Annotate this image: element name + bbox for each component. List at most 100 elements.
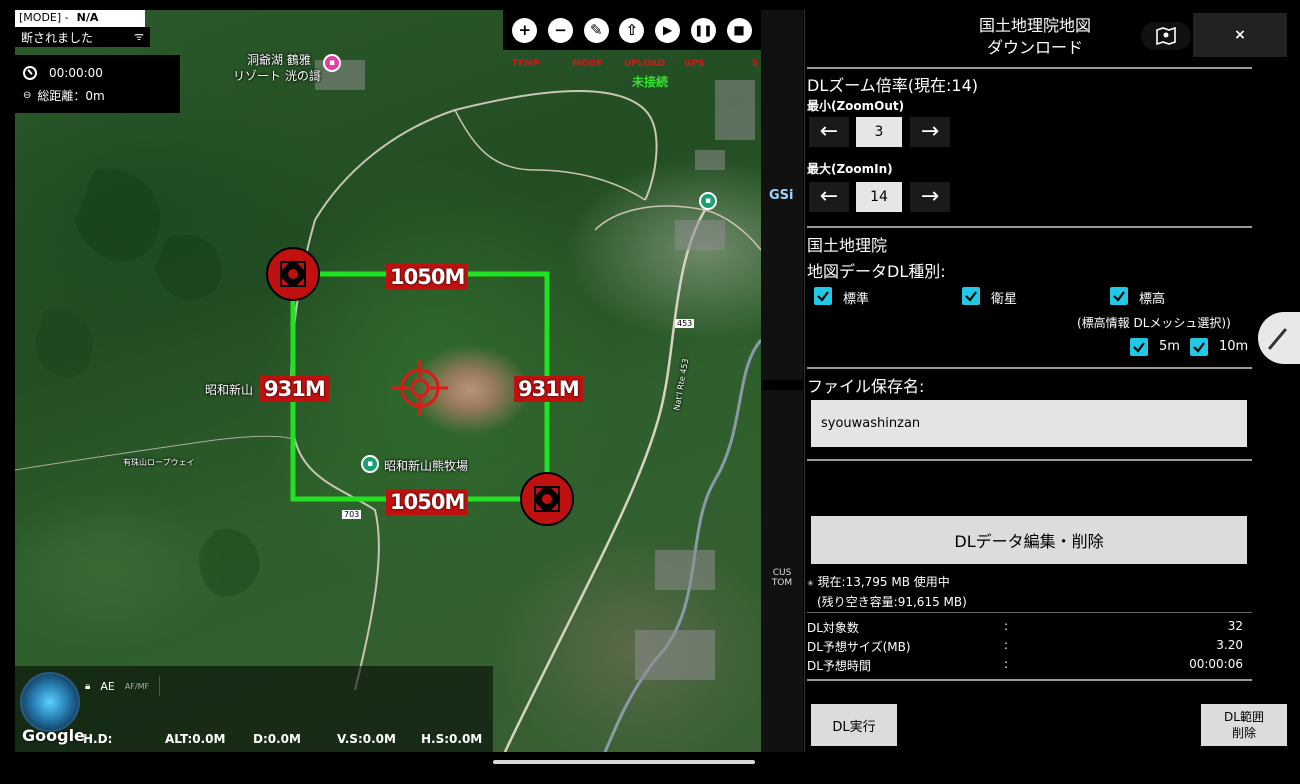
min-zoom-label: 最小(ZoomOut)	[807, 99, 905, 113]
crosshair-icon	[392, 360, 448, 416]
stat-row-count: DL対象数 : 32	[807, 619, 1243, 637]
area-corner-top-left	[266, 247, 320, 301]
flight-info: 00:00:00 ⊖ 総距離：0m	[15, 55, 180, 113]
stat-count-colon: :	[1004, 619, 1009, 633]
mesh-5m-label: 5m	[1159, 339, 1180, 354]
radar-icon[interactable]	[20, 672, 80, 732]
divider-2	[807, 226, 1252, 228]
camera-settings: 🔒︎ AE AF/MF	[85, 666, 493, 706]
file-name-input[interactable]: syouwashinzan	[811, 400, 1247, 447]
max-zoom-decrease-button[interactable]: ←	[809, 182, 849, 212]
stat-size-value: 3.20	[1216, 638, 1243, 652]
gsi-tab[interactable]: GSi	[769, 188, 794, 203]
mode-indicator: [MODE] - N/A	[15, 10, 145, 27]
max-zoom-increase-button[interactable]: →	[910, 182, 950, 212]
distance-icon: ⊖	[23, 90, 32, 101]
divider-1	[807, 67, 1252, 69]
min-zoom-decrease-button[interactable]: ←	[809, 117, 849, 147]
type-standard-checkbox[interactable]	[814, 287, 832, 305]
timer-icon	[23, 65, 37, 80]
mesh-10m-checkbox[interactable]	[1190, 338, 1208, 356]
hd-readout: H.D:	[83, 732, 113, 746]
custom-tab[interactable]: CUS TOM	[769, 568, 795, 588]
download-area[interactable]	[15, 10, 761, 752]
usage-current-text: 現在:13,795 MB 使用中	[817, 575, 950, 589]
type-elevation-label: 標高	[1139, 292, 1166, 307]
mini-readouts	[159, 676, 493, 696]
zoom-title: DLズーム倍率(現在:14)	[807, 76, 978, 95]
zoom-in-icon[interactable]: +	[512, 17, 538, 43]
close-button[interactable]: ×	[1193, 13, 1287, 57]
unconnected-status: 未接続	[632, 75, 669, 89]
tag-temp: TEMP	[512, 59, 540, 69]
mode-label: [MODE] -	[19, 11, 69, 24]
gsi-label: 国土地理院	[807, 236, 888, 255]
bullet-icon: ✳︎	[807, 579, 814, 588]
distance-bottom-label: 1050M	[386, 489, 469, 515]
custom-tab-line1: CUS	[772, 568, 792, 578]
dl-execute-button[interactable]: DL実行	[811, 704, 897, 746]
stat-time-key: DL予想時間	[807, 659, 871, 673]
bottom-hud: 🔒︎ AE AF/MF H.D: ALT:0.0M D:0.0M V.S:0.0…	[15, 666, 493, 752]
delete-range-line1: DL範囲	[1224, 710, 1264, 724]
distance-right-label: 931M	[514, 376, 583, 402]
divider-4	[807, 459, 1252, 461]
map-view[interactable]: 洞爺湖 鶴雅 リゾート 洸の謌 ▪ ▪ ▪ 昭和新山 昭和新山熊牧場 有珠山ロー…	[15, 10, 761, 752]
distance-top-label: 1050M	[386, 264, 469, 290]
min-zoom-increase-button[interactable]: →	[910, 117, 950, 147]
stat-size-colon: :	[1004, 638, 1009, 652]
status-box: [MODE] - N/A 断されました ᯤ 00:00:00 ⊖ 総距離：0m	[15, 10, 180, 113]
min-zoom-value: 3	[856, 117, 902, 147]
mesh-10m-label: 10m	[1219, 339, 1249, 354]
distance-left-label: 931M	[260, 376, 329, 402]
tag-upload: UPLOAD	[624, 59, 666, 69]
edge-pen-widget[interactable]	[1258, 312, 1300, 364]
drone-toolbar: + − ✎ ⇧ ▶ ❚❚ ■	[503, 10, 761, 50]
edit-delete-dl-data-button[interactable]: DLデータ編集・削除	[811, 516, 1247, 564]
af-label[interactable]: AF/MF	[125, 682, 149, 691]
wrench-icon[interactable]: ✎	[583, 17, 609, 43]
vs-readout: V.S:0.0M	[337, 732, 396, 746]
type-elevation-checkbox[interactable]	[1110, 287, 1128, 305]
mesh-5m-checkbox[interactable]	[1130, 338, 1148, 356]
stat-time-value: 00:00:06	[1189, 657, 1243, 671]
alt-readout: ALT:0.0M	[165, 732, 226, 746]
custom-tab-line2: TOM	[771, 578, 793, 588]
play-icon[interactable]: ▶	[655, 17, 681, 43]
tag-s: S	[752, 59, 759, 69]
file-name-label: ファイル保存名:	[807, 377, 925, 396]
max-zoom-value: 14	[856, 182, 902, 212]
home-indicator[interactable]	[493, 760, 755, 764]
usage-free: (残り空き容量:91,615 MB)	[817, 595, 967, 609]
pause-icon[interactable]: ❚❚	[690, 17, 716, 43]
area-corner-bottom-right	[520, 472, 574, 526]
zoom-out-icon[interactable]: −	[548, 17, 574, 43]
d-readout: D:0.0M	[253, 732, 301, 746]
signal-icon: ᯤ	[133, 30, 144, 43]
connection-status: 断されました ᯤ	[15, 27, 150, 47]
upload-icon[interactable]: ⇧	[619, 17, 645, 43]
divider-3	[807, 367, 1252, 369]
google-logo: Google	[22, 726, 85, 745]
type-satellite-checkbox[interactable]	[962, 287, 980, 305]
mode-value: N/A	[76, 11, 99, 24]
max-zoom-label: 最大(ZoomIn)	[807, 162, 893, 176]
stat-row-size: DL予想サイズ(MB) : 3.20	[807, 638, 1243, 656]
stop-icon[interactable]: ■	[726, 17, 752, 43]
stat-count-key: DL対象数	[807, 621, 859, 635]
delete-range-line2: 削除	[1231, 726, 1256, 740]
flight-readouts: H.D: ALT:0.0M D:0.0M V.S:0.0M H.S:0.0M	[83, 732, 482, 746]
stat-count-value: 32	[1227, 619, 1243, 633]
type-standard-label: 標準	[843, 292, 870, 307]
type-satellite-label: 衛星	[991, 292, 1018, 307]
divider-6	[807, 679, 1252, 681]
map-source-strip: GSi CUS TOM	[761, 10, 803, 752]
timer-value: 00:00:00	[49, 65, 103, 80]
delete-dl-range-button[interactable]: DL範囲 削除	[1201, 704, 1287, 746]
total-distance: 総距離：0m	[37, 89, 105, 103]
map-marker-icon[interactable]	[1141, 22, 1191, 50]
lock-icon[interactable]: 🔒︎	[85, 681, 90, 692]
ae-label[interactable]: AE	[100, 680, 114, 693]
tag-mode: MODE	[572, 59, 603, 69]
tag-gps: GPS	[684, 59, 705, 69]
